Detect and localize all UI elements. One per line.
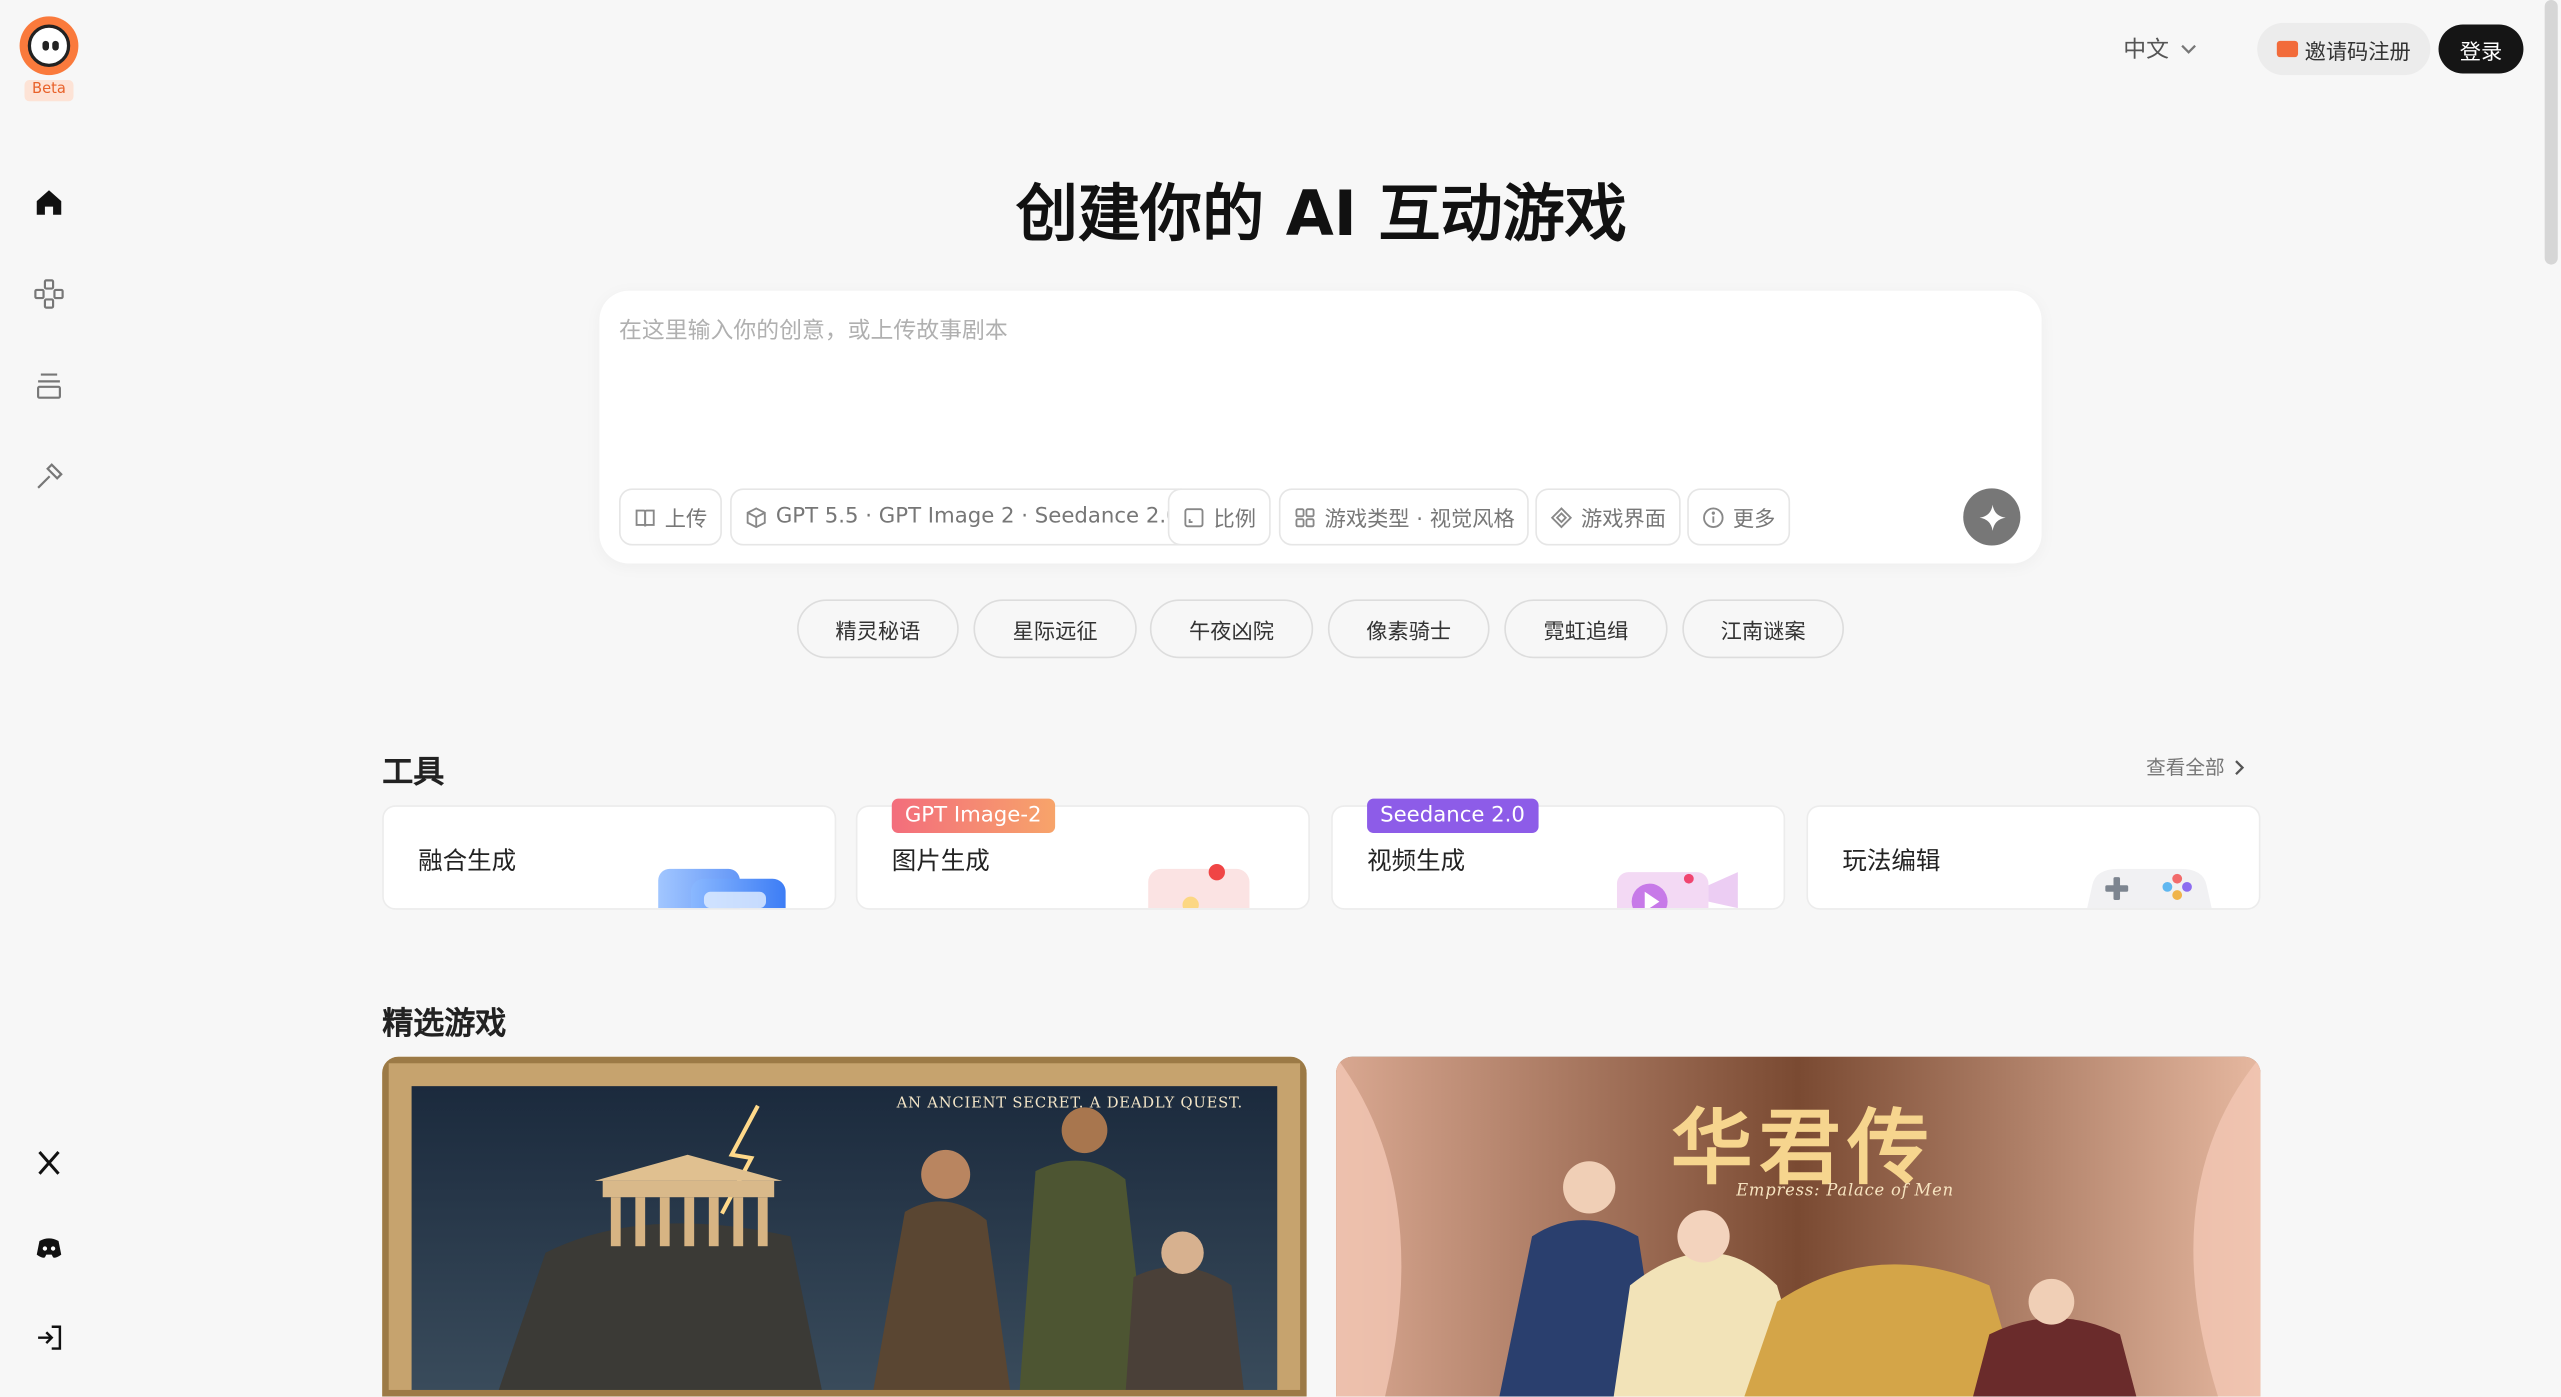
- fusion-cards-icon: [658, 868, 786, 909]
- suggestion-chip[interactable]: 像素骑士: [1327, 599, 1490, 659]
- more-label: 更多: [1732, 507, 1776, 533]
- game-subtitle: Empress: Palace of Men: [1736, 1182, 1954, 1201]
- gpt-image-badge: GPT Image-2: [891, 798, 1055, 833]
- diamond-icon: [1550, 506, 1573, 528]
- tool-card-fusion[interactable]: 融合生成: [382, 805, 837, 910]
- generate-button[interactable]: [1963, 488, 2021, 546]
- language-label: 中文: [2123, 37, 2170, 64]
- upload-button[interactable]: 上传: [619, 488, 722, 546]
- seedance-badge: Seedance 2.0: [1367, 798, 1539, 833]
- tool-label: 融合生成: [418, 846, 517, 876]
- more-button[interactable]: 更多: [1687, 488, 1791, 546]
- game-ui-label: 游戏界面: [1581, 507, 1666, 533]
- game-tagline: AN ANCIENT SECRET. A DEADLY QUEST.: [896, 1095, 1244, 1113]
- sign-in-icon[interactable]: [29, 1318, 68, 1357]
- info-icon: [1703, 506, 1724, 528]
- hammer-icon[interactable]: [29, 457, 68, 496]
- gamepad-icon[interactable]: [29, 274, 68, 313]
- aspect-ratio-icon: [1184, 507, 1204, 527]
- game-type-style-button[interactable]: 游戏类型 · 视觉风格: [1278, 488, 1530, 546]
- login-button[interactable]: 登录: [2438, 24, 2524, 74]
- view-all-label: 查看全部: [2146, 756, 2225, 780]
- ratio-label: 比例: [1213, 507, 1257, 533]
- model-label: GPT 5.5 · GPT Image 2 · Seedance 2.0: [775, 504, 1180, 530]
- video-icon: [1616, 872, 1738, 909]
- game-type-style-label: 游戏类型 · 视觉风格: [1324, 507, 1515, 533]
- suggestion-chip[interactable]: 午夜凶院: [1149, 599, 1314, 659]
- ratio-button[interactable]: 比例: [1167, 488, 1271, 546]
- x-twitter-icon[interactable]: [29, 1143, 68, 1182]
- game-card[interactable]: 华君传 Empress: Palace of Men: [1336, 1056, 2261, 1397]
- app-logo[interactable]: [19, 16, 79, 76]
- model-selector[interactable]: GPT 5.5 · GPT Image 2 · Seedance 2.0: [730, 488, 1195, 546]
- chevron-down-icon: [2181, 44, 2196, 54]
- grid-icon: [1295, 507, 1315, 527]
- suggestion-chip[interactable]: 江南谜案: [1682, 599, 1844, 659]
- discord-icon[interactable]: [29, 1228, 68, 1267]
- tool-label: 视频生成: [1367, 846, 1466, 876]
- upload-label: 上传: [664, 507, 708, 533]
- tool-card-gameplay-edit[interactable]: 玩法编辑: [1806, 805, 2261, 910]
- sparkle-icon: [1978, 503, 2005, 531]
- game-card[interactable]: AN ANCIENT SECRET. A DEADLY QUEST.: [382, 1056, 1307, 1397]
- image-icon: [1148, 864, 1250, 909]
- suggestion-chip[interactable]: 霓虹追缉: [1504, 599, 1668, 659]
- invite-register-button[interactable]: 邀请码注册: [2257, 22, 2431, 76]
- suggestion-chip[interactable]: 精灵秘语: [797, 599, 959, 659]
- beta-badge: Beta: [24, 80, 74, 102]
- prompt-input[interactable]: [619, 313, 2008, 461]
- tool-label: 玩法编辑: [1842, 846, 1941, 876]
- tools-section-title: 工具: [382, 754, 445, 791]
- view-all-link[interactable]: 查看全部: [2146, 753, 2247, 781]
- cube-icon: [746, 506, 766, 528]
- invite-label: 邀请码注册: [2304, 40, 2411, 65]
- ticket-icon: [2276, 40, 2299, 58]
- page-title: 创建你的 AI 互动游戏: [1015, 178, 1627, 250]
- tool-label: 图片生成: [891, 846, 990, 876]
- featured-section-title: 精选游戏: [382, 1006, 507, 1043]
- prompt-box: 上传 GPT 5.5 · GPT Image 2 · Seedance 2.0 …: [599, 290, 2042, 564]
- layers-icon[interactable]: [29, 366, 68, 405]
- chevron-right-icon: [2235, 759, 2245, 775]
- language-selector[interactable]: 中文: [2123, 33, 2198, 66]
- gamepad-icon: [2087, 868, 2212, 909]
- suggestion-chip[interactable]: 星际远征: [973, 599, 1137, 659]
- game-ui-button[interactable]: 游戏界面: [1535, 488, 1681, 546]
- book-icon: [635, 508, 655, 526]
